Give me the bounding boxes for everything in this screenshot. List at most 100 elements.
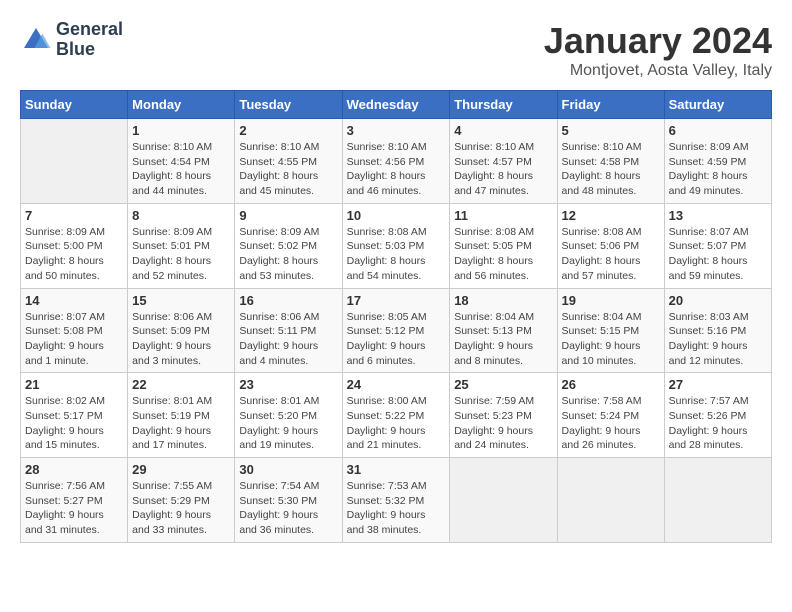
- day-info: Sunrise: 8:08 AM Sunset: 5:05 PM Dayligh…: [454, 225, 552, 284]
- day-number: 27: [669, 377, 767, 392]
- day-info: Sunrise: 8:04 AM Sunset: 5:13 PM Dayligh…: [454, 310, 552, 369]
- day-number: 31: [347, 462, 446, 477]
- day-info: Sunrise: 8:10 AM Sunset: 4:56 PM Dayligh…: [347, 140, 446, 199]
- day-number: 28: [25, 462, 123, 477]
- calendar-cell: 16 Sunrise: 8:06 AM Sunset: 5:11 PM Dayli…: [235, 288, 342, 373]
- calendar-cell: 31 Sunrise: 7:53 AM Sunset: 5:32 PM Dayli…: [342, 458, 450, 543]
- day-number: 24: [347, 377, 446, 392]
- calendar-table: SundayMondayTuesdayWednesdayThursdayFrid…: [20, 90, 772, 543]
- calendar-header: SundayMondayTuesdayWednesdayThursdayFrid…: [21, 91, 772, 119]
- day-info: Sunrise: 8:01 AM Sunset: 5:20 PM Dayligh…: [239, 394, 337, 453]
- day-info: Sunrise: 8:03 AM Sunset: 5:16 PM Dayligh…: [669, 310, 767, 369]
- calendar-week-row: 28 Sunrise: 7:56 AM Sunset: 5:27 PM Dayli…: [21, 458, 772, 543]
- day-info: Sunrise: 7:57 AM Sunset: 5:26 PM Dayligh…: [669, 394, 767, 453]
- weekday-header: Thursday: [450, 91, 557, 119]
- day-info: Sunrise: 8:07 AM Sunset: 5:07 PM Dayligh…: [669, 225, 767, 284]
- day-number: 16: [239, 293, 337, 308]
- day-number: 13: [669, 208, 767, 223]
- calendar-cell: 6Sunrise: 8:09 AM Sunset: 4:59 PM Daylig…: [664, 119, 771, 204]
- day-info: Sunrise: 7:55 AM Sunset: 5:29 PM Dayligh…: [132, 479, 230, 538]
- day-number: 29: [132, 462, 230, 477]
- day-number: 12: [562, 208, 660, 223]
- logo-text: General Blue: [56, 20, 123, 60]
- day-number: 5: [562, 123, 660, 138]
- weekday-row: SundayMondayTuesdayWednesdayThursdayFrid…: [21, 91, 772, 119]
- month-title: January 2024: [544, 20, 772, 62]
- day-info: Sunrise: 8:07 AM Sunset: 5:08 PM Dayligh…: [25, 310, 123, 369]
- day-number: 23: [239, 377, 337, 392]
- day-info: Sunrise: 8:00 AM Sunset: 5:22 PM Dayligh…: [347, 394, 446, 453]
- calendar-cell: 28 Sunrise: 7:56 AM Sunset: 5:27 PM Dayli…: [21, 458, 128, 543]
- day-number: 20: [669, 293, 767, 308]
- day-info: Sunrise: 8:06 AM Sunset: 5:11 PM Dayligh…: [239, 310, 337, 369]
- weekday-header: Sunday: [21, 91, 128, 119]
- calendar-cell: 25 Sunrise: 7:59 AM Sunset: 5:23 PM Dayli…: [450, 373, 557, 458]
- day-number: 19: [562, 293, 660, 308]
- calendar-cell: 21 Sunrise: 8:02 AM Sunset: 5:17 PM Dayli…: [21, 373, 128, 458]
- calendar-cell: 14Sunrise: 8:07 AM Sunset: 5:08 PM Dayli…: [21, 288, 128, 373]
- day-info: Sunrise: 8:09 AM Sunset: 4:59 PM Dayligh…: [669, 140, 767, 199]
- day-info: Sunrise: 8:10 AM Sunset: 4:57 PM Dayligh…: [454, 140, 552, 199]
- calendar-cell: 4 Sunrise: 8:10 AM Sunset: 4:57 PM Daylig…: [450, 119, 557, 204]
- calendar-cell: 1 Sunrise: 8:10 AM Sunset: 4:54 PM Daylig…: [128, 119, 235, 204]
- day-info: Sunrise: 7:53 AM Sunset: 5:32 PM Dayligh…: [347, 479, 446, 538]
- day-info: Sunrise: 7:59 AM Sunset: 5:23 PM Dayligh…: [454, 394, 552, 453]
- day-number: 30: [239, 462, 337, 477]
- calendar-cell: 30Sunrise: 7:54 AM Sunset: 5:30 PM Dayli…: [235, 458, 342, 543]
- day-info: Sunrise: 8:09 AM Sunset: 5:02 PM Dayligh…: [239, 225, 337, 284]
- title-block: January 2024 Montjovet, Aosta Valley, It…: [544, 20, 772, 80]
- day-info: Sunrise: 8:01 AM Sunset: 5:19 PM Dayligh…: [132, 394, 230, 453]
- calendar-cell: 10Sunrise: 8:08 AM Sunset: 5:03 PM Dayli…: [342, 203, 450, 288]
- day-info: Sunrise: 8:09 AM Sunset: 5:01 PM Dayligh…: [132, 225, 230, 284]
- calendar-cell: 8 Sunrise: 8:09 AM Sunset: 5:01 PM Daylig…: [128, 203, 235, 288]
- day-info: Sunrise: 8:06 AM Sunset: 5:09 PM Dayligh…: [132, 310, 230, 369]
- weekday-header: Monday: [128, 91, 235, 119]
- weekday-header: Tuesday: [235, 91, 342, 119]
- calendar-cell: 20 Sunrise: 8:03 AM Sunset: 5:16 PM Dayli…: [664, 288, 771, 373]
- day-number: 26: [562, 377, 660, 392]
- day-info: Sunrise: 8:02 AM Sunset: 5:17 PM Dayligh…: [25, 394, 123, 453]
- calendar-cell: 2 Sunrise: 8:10 AM Sunset: 4:55 PM Daylig…: [235, 119, 342, 204]
- weekday-header: Wednesday: [342, 91, 450, 119]
- calendar-cell: 7Sunrise: 8:09 AM Sunset: 5:00 PM Daylig…: [21, 203, 128, 288]
- day-number: 21: [25, 377, 123, 392]
- calendar-week-row: 14Sunrise: 8:07 AM Sunset: 5:08 PM Dayli…: [21, 288, 772, 373]
- calendar-week-row: 21 Sunrise: 8:02 AM Sunset: 5:17 PM Dayli…: [21, 373, 772, 458]
- day-number: 4: [454, 123, 552, 138]
- calendar-cell: 5 Sunrise: 8:10 AM Sunset: 4:58 PM Daylig…: [557, 119, 664, 204]
- calendar-week-row: 1 Sunrise: 8:10 AM Sunset: 4:54 PM Daylig…: [21, 119, 772, 204]
- day-number: 18: [454, 293, 552, 308]
- calendar-cell: 12Sunrise: 8:08 AM Sunset: 5:06 PM Dayli…: [557, 203, 664, 288]
- weekday-header: Friday: [557, 91, 664, 119]
- calendar-cell: 3 Sunrise: 8:10 AM Sunset: 4:56 PM Daylig…: [342, 119, 450, 204]
- calendar-cell: [557, 458, 664, 543]
- logo: General Blue: [20, 20, 123, 60]
- calendar-cell: [450, 458, 557, 543]
- day-info: Sunrise: 8:08 AM Sunset: 5:03 PM Dayligh…: [347, 225, 446, 284]
- calendar-cell: 23 Sunrise: 8:01 AM Sunset: 5:20 PM Dayli…: [235, 373, 342, 458]
- day-info: Sunrise: 8:10 AM Sunset: 4:54 PM Dayligh…: [132, 140, 230, 199]
- calendar-cell: 13 Sunrise: 8:07 AM Sunset: 5:07 PM Dayli…: [664, 203, 771, 288]
- day-number: 3: [347, 123, 446, 138]
- day-number: 22: [132, 377, 230, 392]
- day-number: 2: [239, 123, 337, 138]
- day-number: 25: [454, 377, 552, 392]
- calendar-cell: [664, 458, 771, 543]
- day-info: Sunrise: 8:05 AM Sunset: 5:12 PM Dayligh…: [347, 310, 446, 369]
- day-info: Sunrise: 7:56 AM Sunset: 5:27 PM Dayligh…: [25, 479, 123, 538]
- day-number: 15: [132, 293, 230, 308]
- calendar-cell: 18 Sunrise: 8:04 AM Sunset: 5:13 PM Dayli…: [450, 288, 557, 373]
- day-number: 17: [347, 293, 446, 308]
- page-header: General Blue January 2024 Montjovet, Aos…: [20, 20, 772, 80]
- calendar-cell: 19Sunrise: 8:04 AM Sunset: 5:15 PM Dayli…: [557, 288, 664, 373]
- day-info: Sunrise: 8:10 AM Sunset: 4:58 PM Dayligh…: [562, 140, 660, 199]
- day-number: 1: [132, 123, 230, 138]
- calendar-cell: 17 Sunrise: 8:05 AM Sunset: 5:12 PM Dayli…: [342, 288, 450, 373]
- day-number: 11: [454, 208, 552, 223]
- day-number: 8: [132, 208, 230, 223]
- weekday-header: Saturday: [664, 91, 771, 119]
- day-info: Sunrise: 8:10 AM Sunset: 4:55 PM Dayligh…: [239, 140, 337, 199]
- calendar-cell: 27 Sunrise: 7:57 AM Sunset: 5:26 PM Dayli…: [664, 373, 771, 458]
- calendar-cell: 24 Sunrise: 8:00 AM Sunset: 5:22 PM Dayli…: [342, 373, 450, 458]
- day-info: Sunrise: 7:58 AM Sunset: 5:24 PM Dayligh…: [562, 394, 660, 453]
